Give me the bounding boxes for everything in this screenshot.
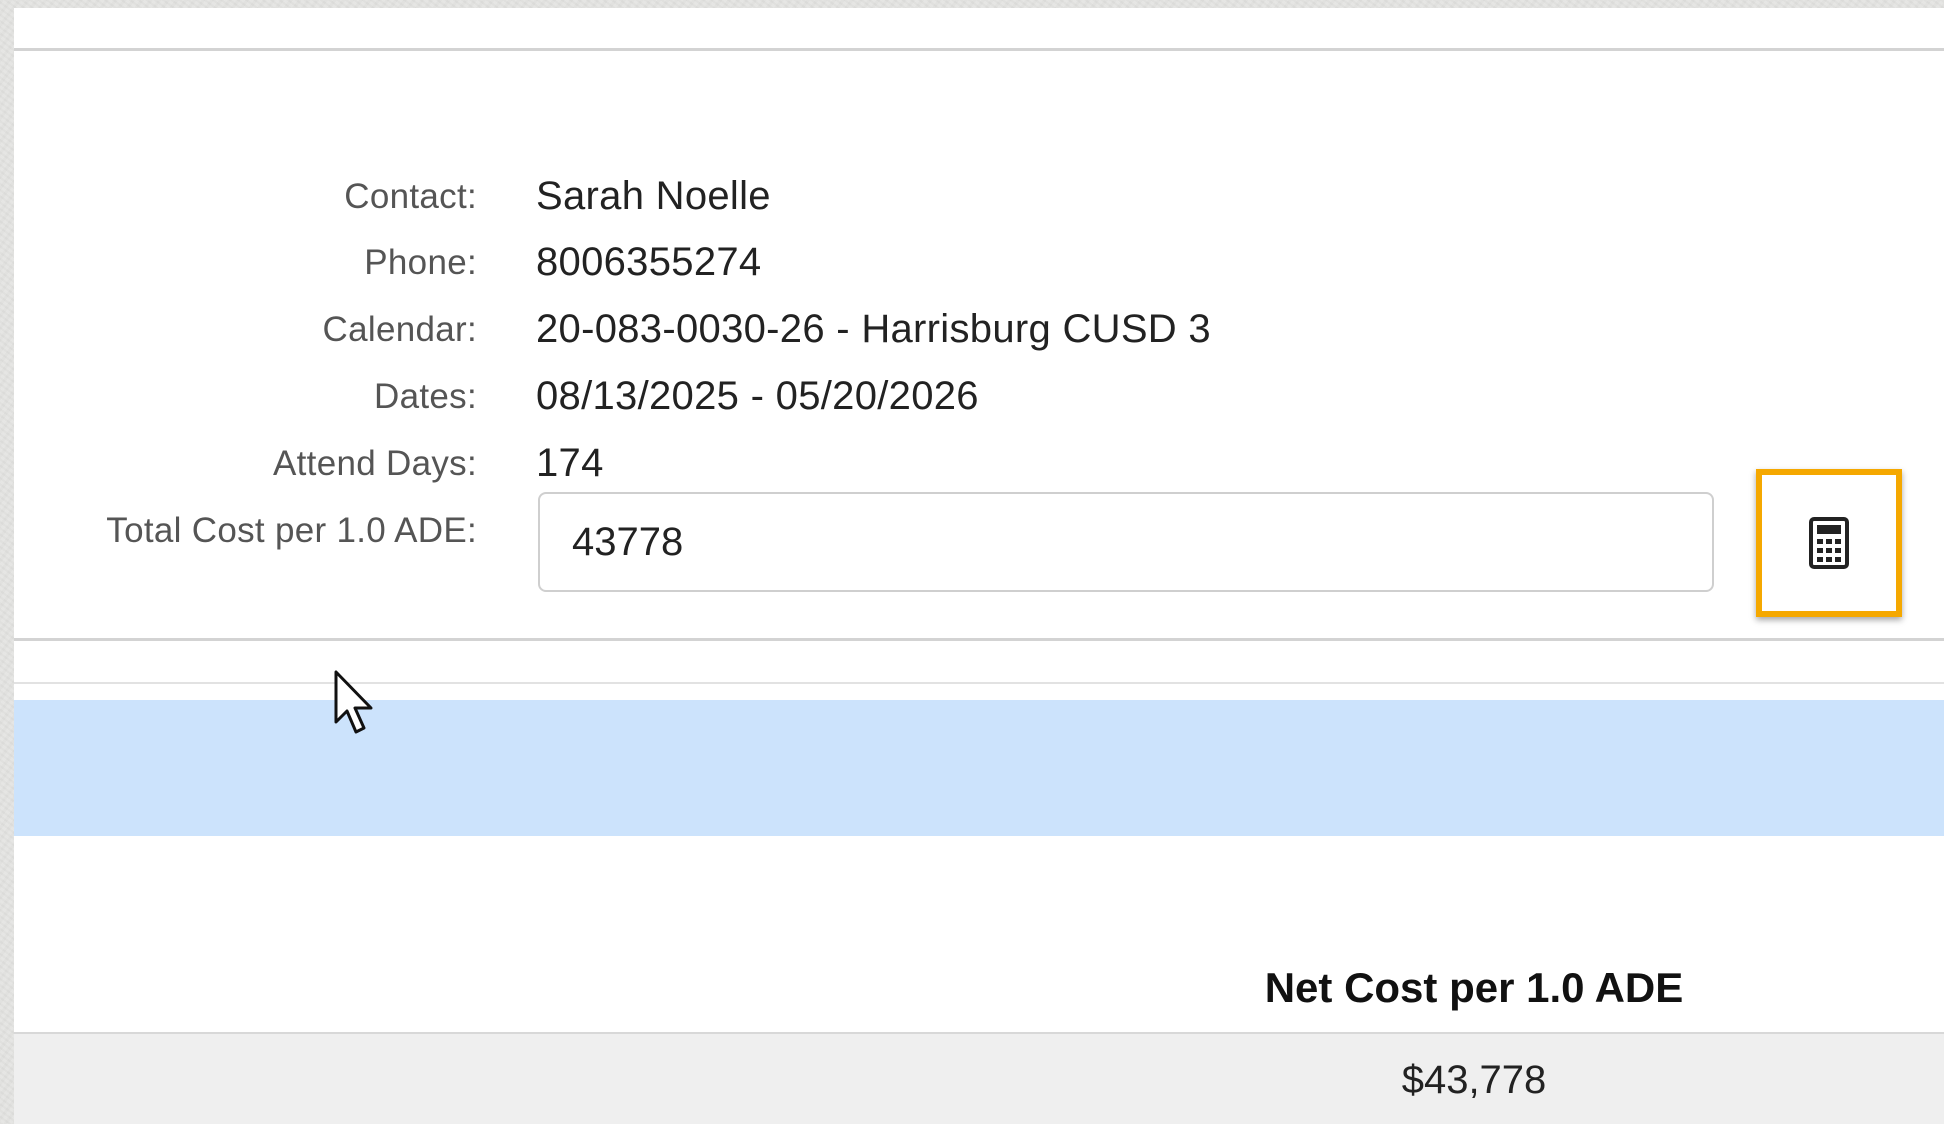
contact-value: Sarah Noelle [536,174,771,218]
attend-days-value: 174 [536,441,604,485]
phone-label: Phone: [364,243,477,282]
dates-value: 08/13/2025 - 05/20/2026 [536,374,979,418]
dates-label: Dates: [374,377,477,416]
contact-label: Contact: [344,177,477,216]
calculator-icon [1809,517,1849,569]
selected-row-band [14,700,1944,836]
total-cost-label: Total Cost per 1.0 ADE: [106,511,477,550]
section-divider [14,638,1944,641]
calculator-button[interactable] [1756,469,1902,617]
net-cost-cell: $43,778 [1401,1058,1547,1102]
net-cost-column-header: Net Cost per 1.0 ADE [1264,964,1684,1011]
total-cost-input[interactable] [538,492,1714,592]
mouse-cursor-icon [334,670,373,734]
attend-days-label: Attend Days: [273,444,477,483]
calendar-label: Calendar: [322,310,477,349]
form-screen: Contact: Sarah Noelle Phone: 8006355274 … [14,8,1944,1124]
phone-value: 8006355274 [536,240,762,284]
top-divider [14,48,1944,51]
section-divider-light [14,682,1944,684]
calendar-value: 20-083-0030-26 - Harrisburg CUSD 3 [536,307,1211,351]
